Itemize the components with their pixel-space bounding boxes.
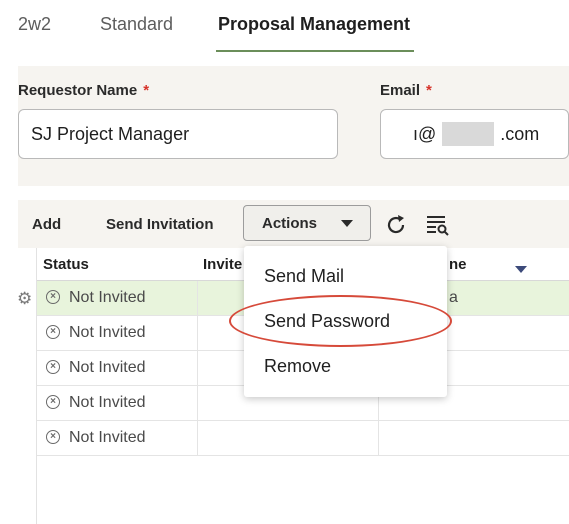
- cell-divider: [197, 351, 198, 386]
- tab-standard[interactable]: Standard: [100, 14, 173, 35]
- active-tab-indicator: [216, 50, 414, 52]
- add-button[interactable]: Add: [32, 216, 61, 233]
- column-header-invite[interactable]: Invite: [203, 256, 242, 273]
- column-header-status[interactable]: Status: [43, 256, 89, 273]
- requestor-name-value: SJ Project Manager: [31, 123, 190, 144]
- menu-item-remove[interactable]: Remove: [264, 356, 331, 377]
- table-row[interactable]: × Not Invited: [37, 421, 569, 456]
- email-value-suffix: .com: [500, 123, 540, 144]
- tab-proposal-management[interactable]: Proposal Management: [218, 14, 410, 35]
- email-value-prefix: ı@: [413, 123, 437, 144]
- table-toolbar: Add Send Invitation Actions: [18, 200, 569, 248]
- tab-bar: 2w2 Standard Proposal Management: [0, 0, 569, 56]
- filter-list-icon[interactable]: [424, 212, 450, 238]
- actions-label: Actions: [262, 214, 318, 232]
- status-not-invited-icon: ×: [46, 360, 60, 374]
- actions-menu-button[interactable]: Actions: [243, 205, 371, 241]
- status-not-invited-icon: ×: [46, 325, 60, 339]
- status-not-invited-icon: ×: [46, 395, 60, 409]
- required-marker: *: [426, 82, 432, 99]
- email-input[interactable]: ı@ .com: [380, 109, 569, 159]
- status-cell: Not Invited: [69, 359, 146, 376]
- cell-divider: [197, 316, 198, 351]
- cell-divider: [197, 281, 198, 316]
- requestor-name-label-text: Requestor Name: [18, 82, 138, 99]
- requestor-form: Requestor Name * SJ Project Manager Email…: [18, 66, 569, 186]
- status-cell: Not Invited: [69, 429, 146, 446]
- email-label: Email *: [380, 82, 432, 99]
- chevron-down-icon: [341, 220, 353, 227]
- annotation-highlight-ellipse: [229, 295, 452, 347]
- cell-divider: [197, 386, 198, 421]
- redacted-block: [442, 122, 495, 146]
- status-cell: Not Invited: [69, 324, 146, 341]
- requestor-name-input[interactable]: SJ Project Manager: [18, 109, 338, 159]
- menu-item-send-mail[interactable]: Send Mail: [264, 266, 344, 287]
- requestor-name-label: Requestor Name *: [18, 82, 149, 99]
- gear-icon[interactable]: ⚙: [17, 289, 32, 309]
- cell-divider: [378, 421, 379, 456]
- cell-divider: [197, 421, 198, 456]
- name-cell: a: [449, 289, 458, 306]
- status-not-invited-icon: ×: [46, 430, 60, 444]
- send-invitation-button[interactable]: Send Invitation: [106, 216, 214, 233]
- tab-2w2[interactable]: 2w2: [18, 14, 51, 35]
- status-not-invited-icon: ×: [46, 290, 60, 304]
- refresh-icon[interactable]: [383, 212, 409, 238]
- status-cell: Not Invited: [69, 394, 146, 411]
- column-header-name[interactable]: ne: [449, 256, 467, 273]
- required-marker: *: [143, 82, 150, 99]
- sort-descending-icon[interactable]: [515, 266, 527, 273]
- status-cell: Not Invited: [69, 289, 146, 306]
- email-label-text: Email: [380, 82, 421, 99]
